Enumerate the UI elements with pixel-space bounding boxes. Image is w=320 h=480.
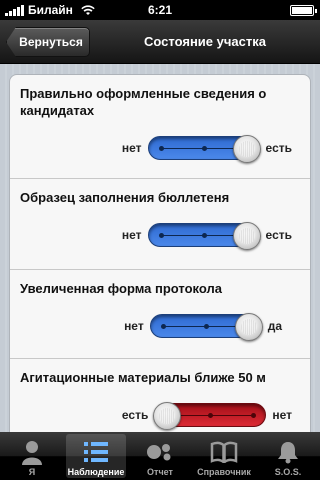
setting-title: Агитационные материалы ближе 50 м <box>20 370 266 385</box>
slider-tick <box>160 324 166 329</box>
tab-label: S.O.S. <box>274 467 302 477</box>
switch-line: нет да <box>20 311 300 341</box>
battery-icon <box>290 5 317 16</box>
settings-content: Правильно оформленные сведения о кандида… <box>0 64 320 432</box>
back-button-label: Вернуться <box>19 35 83 49</box>
option-right-label: нет <box>272 408 292 422</box>
option-left-label: нет <box>121 228 142 242</box>
toggle-slider[interactable] <box>147 222 261 250</box>
tab-observation[interactable]: Наблюдение <box>64 432 128 480</box>
tab-me[interactable]: Я <box>0 432 64 480</box>
page-title: Состояние участка <box>144 34 266 49</box>
toggle-slider[interactable] <box>153 402 267 430</box>
book-icon <box>209 438 239 466</box>
setting-row: Правильно оформленные сведения о кандида… <box>10 75 310 179</box>
setting-title: Образец заполнения бюллетеня <box>20 190 230 205</box>
setting-title: Увеличенная форма протокола <box>20 281 222 296</box>
slider-tick <box>251 413 257 418</box>
option-right-label: есть <box>265 141 292 155</box>
slider-tick <box>203 324 209 329</box>
slider-tick <box>158 146 164 151</box>
settings-group: Правильно оформленные сведения о кандида… <box>9 74 311 432</box>
switch-line: нет есть <box>20 133 300 163</box>
slider-knob[interactable] <box>234 313 263 341</box>
report-icon <box>145 438 175 466</box>
toggle-slider[interactable] <box>149 313 263 341</box>
status-bar: Билайн 6:21 <box>0 0 320 20</box>
tab-label: Справочник <box>197 467 251 477</box>
tab-sos[interactable]: S.O.S. <box>256 432 320 480</box>
back-button[interactable]: Вернуться <box>6 27 90 57</box>
setting-row: Агитационные материалы ближе 50 м есть н… <box>10 359 310 432</box>
setting-row: Образец заполнения бюллетеня нет есть <box>10 179 310 270</box>
tab-bar: Я Наблюдение Отчет Справочник S.O.S. <box>0 432 320 480</box>
tab-label: Наблюдение <box>67 467 125 477</box>
slider-knob[interactable] <box>153 402 182 430</box>
option-right-label: есть <box>265 228 292 242</box>
tab-label: Я <box>28 467 36 477</box>
status-time: 6:21 <box>147 3 173 17</box>
toggle-slider[interactable] <box>147 135 261 163</box>
person-icon <box>17 438 47 466</box>
option-right-label: да <box>267 319 282 333</box>
tab-report[interactable]: Отчет <box>128 432 192 480</box>
slider-tick <box>208 413 214 418</box>
slider-knob[interactable] <box>232 222 261 250</box>
option-left-label: нет <box>121 141 142 155</box>
slider-tick <box>158 233 164 238</box>
switch-line: есть нет <box>20 400 300 430</box>
tab-label: Отчет <box>147 467 173 477</box>
slider-knob[interactable] <box>232 135 261 163</box>
setting-row: Увеличенная форма протокола нет да <box>10 270 310 359</box>
slider-tick <box>201 233 207 238</box>
slider-tick <box>201 146 207 151</box>
list-icon <box>81 438 111 466</box>
setting-title: Правильно оформленные сведения о кандида… <box>20 86 267 118</box>
bell-icon <box>273 438 303 466</box>
option-left-label: есть <box>121 408 149 422</box>
option-left-label: нет <box>124 319 144 333</box>
navigation-bar: Вернуться Состояние участка <box>0 20 320 64</box>
tab-reference[interactable]: Справочник <box>192 432 256 480</box>
switch-line: нет есть <box>20 220 300 250</box>
